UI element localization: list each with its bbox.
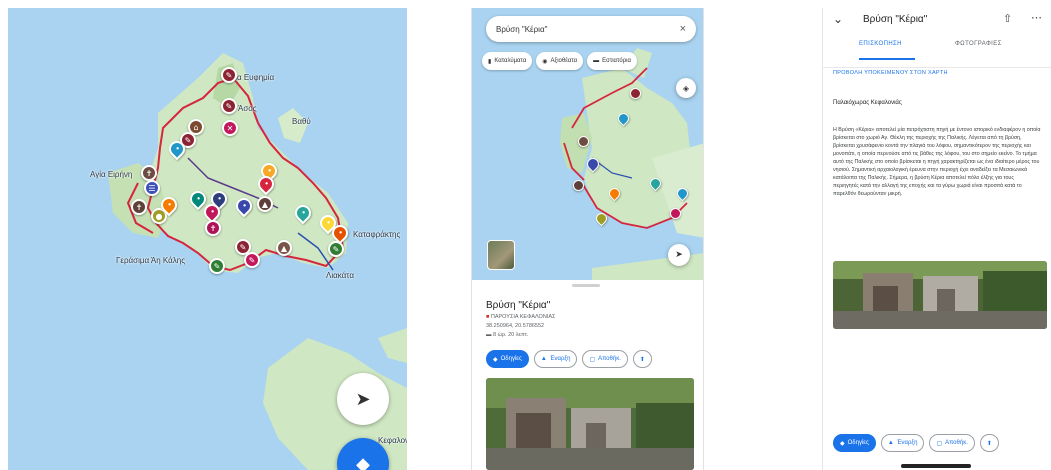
section-title: Παλαιόχωρας Κεφαλονιάς [833, 100, 902, 106]
category-chips: ▮ Καταλύματα ◉ Αξιοθέατα ▬ Εστιατόρια [482, 52, 637, 70]
tab-overview[interactable]: ΕΠΙΣΚΟΠΗΣΗ [859, 41, 902, 47]
details-header: ⌄ Βρύση "Κέρια" ⇧ ⋯ ΕΠΙΣΚΟΠΗΣΗ ΦΩΤΟΓΡΑΦΙ… [823, 8, 1051, 68]
details-screen: ⌄ Βρύση "Κέρια" ⇧ ⋯ ΕΠΙΣΚΟΠΗΣΗ ΦΩΤΟΓΡΑΦΙ… [822, 8, 1051, 470]
bookmark-icon: ▢ [936, 440, 943, 447]
share-icon[interactable]: ⇧ [1003, 12, 1012, 25]
place-sheet: Βρύση "Κέρια" ■ ΠΑΡΟΥΣΙΑ ΚΕΦΑΛΟΝΙΑΣ 38.2… [472, 280, 703, 470]
navigation-icon: ▲ [540, 356, 547, 362]
mini-map[interactable]: Βρύση "Κέρια" × ▮ Καταλύματα ◉ Αξιοθέατα ▬… [472, 8, 703, 280]
map-pin[interactable] [573, 180, 584, 191]
map-label: Λιακάτα [326, 271, 354, 280]
chip-attractions[interactable]: ◉ Αξιοθέατα [536, 52, 584, 70]
map-pin[interactable]: ✎ [221, 98, 237, 114]
map-pin[interactable]: ✝ [131, 199, 147, 215]
main-map[interactable]: Αγία Ευφημία Άσος Βαθύ Αγία Ειρήνη Καταφ… [8, 8, 407, 470]
map-pin[interactable]: ✝ [141, 165, 157, 181]
layers-icon[interactable]: ◈ [676, 78, 696, 98]
phone-screen: Βρύση "Κέρια" × ▮ Καταλύματα ◉ Αξιοθέατα ▬… [471, 8, 704, 470]
search-value: Βρύση "Κέρια" [496, 24, 548, 34]
map-label: Αγία Ειρήνη [90, 170, 133, 179]
bookmark-icon: ▢ [589, 356, 596, 363]
button-label: Οδηγίες [847, 440, 869, 446]
more-icon[interactable]: ⋯ [1031, 11, 1042, 24]
map-pin[interactable]: ▲ [257, 196, 273, 212]
share-icon: ⬆ [986, 440, 992, 447]
navigation-icon: ▲ [887, 440, 894, 446]
start-button[interactable]: ▲ Έναρξη [880, 434, 925, 452]
directions-icon: ◆ [493, 356, 498, 363]
map-pin[interactable]: ✕ [222, 120, 238, 136]
map-label: Κεφαλονιά [378, 436, 407, 445]
map-pin[interactable]: ✎ [221, 67, 237, 83]
place-drive-time: ▬ 8 ώρ. 20 λεπτ. [486, 332, 528, 338]
category-text: ΠΑΡΟΥΣΙΑ ΚΕΦΑΛΟΝΙΑΣ [490, 314, 556, 320]
close-icon[interactable]: × [680, 23, 686, 35]
button-label: Αποθήκ. [945, 440, 968, 446]
chip-restaurants[interactable]: ▬ Εστιατόρια [587, 52, 637, 70]
chevron-down-icon[interactable]: ⌄ [833, 12, 843, 26]
map-pin[interactable] [578, 136, 589, 147]
sheet-handle[interactable] [572, 284, 600, 287]
car-icon: ▬ [486, 332, 494, 338]
camera-icon: ◉ [542, 58, 548, 65]
map-label: Καταφράκτης [353, 230, 401, 239]
action-row: ◆ Οδηγίες ▲ Έναρξη ▢ Αποθήκ. ⬆ [486, 350, 652, 368]
photo-image [486, 378, 694, 470]
place-title: Βρύση "Κέρια" [486, 300, 551, 311]
navigation-arrow-icon[interactable]: ➤ [668, 244, 690, 266]
chip-label: Εστιατόρια [602, 58, 631, 64]
place-photo[interactable] [486, 378, 694, 470]
restaurant-icon: ▬ [593, 58, 600, 64]
view-on-map-link[interactable]: ΠΡΟΒΟΛΗ ΥΠΟΚΕΙΜΕΝΟΥ ΣΤΟΝ ΧΑΡΤΗ [833, 70, 948, 76]
active-tab-indicator [859, 58, 915, 60]
chip-label: Καταλύματα [494, 58, 527, 64]
map-label: Βαθύ [292, 117, 311, 126]
description-text: Η Βρύση «Κέρια» αποτελεί μία πετρόχτιστη… [833, 127, 1041, 197]
chip-lodging[interactable]: ▮ Καταλύματα [482, 52, 533, 70]
map-label: Γεράσιμα Άη Κάλης [116, 256, 186, 265]
map-pin[interactable]: ✎ [328, 241, 344, 257]
button-label: Έναρξη [549, 356, 571, 362]
share-button[interactable]: ⬆ [632, 350, 652, 368]
map-pin[interactable]: ✝ [205, 220, 221, 236]
button-label: Αποθήκ. [598, 356, 621, 362]
drive-text: 8 ώρ. 20 λεπτ. [493, 332, 529, 338]
map-pin[interactable]: ☰ [144, 180, 160, 196]
search-input[interactable]: Βρύση "Κέρια" × [486, 16, 696, 42]
save-button[interactable]: ▢ Αποθήκ. [929, 434, 975, 452]
chip-label: Αξιοθέατα [550, 58, 578, 64]
place-coords: 38.250964, 20.5786552 [486, 323, 545, 329]
bed-icon: ▮ [488, 58, 492, 65]
share-icon: ⬆ [639, 356, 645, 363]
navigation-arrow-icon[interactable]: ➤ [337, 373, 389, 425]
place-category: ■ ΠΑΡΟΥΣΙΑ ΚΕΦΑΛΟΝΙΑΣ [486, 314, 555, 320]
map-pin[interactable] [630, 88, 641, 99]
directions-icon: ◆ [840, 440, 845, 447]
start-button[interactable]: ▲ Έναρξη [533, 350, 578, 368]
button-label: Οδηγίες [500, 356, 522, 362]
home-indicator [901, 464, 971, 468]
map-pin[interactable] [670, 208, 681, 219]
map-pin[interactable]: ✎ [244, 252, 260, 268]
directions-button[interactable]: ◆ Οδηγίες [486, 350, 529, 368]
map-pin[interactable]: ✎ [209, 258, 225, 274]
street-view-thumbnail[interactable] [487, 240, 515, 270]
photo-image [833, 261, 1047, 329]
tab-photos[interactable]: ΦΩΤΟΓΡΑΦΙΕΣ [955, 41, 1002, 47]
save-button[interactable]: ▢ Αποθήκ. [582, 350, 628, 368]
details-photo[interactable] [833, 261, 1047, 329]
map-label: Άσος [238, 104, 257, 113]
map-pin[interactable]: ▲ [276, 240, 292, 256]
directions-button[interactable]: ◆ Οδηγίες [833, 434, 876, 452]
details-title: Βρύση "Κέρια" [863, 14, 928, 25]
action-row: ◆ Οδηγίες ▲ Έναρξη ▢ Αποθήκ. ⬆ [833, 434, 999, 452]
button-label: Έναρξη [896, 440, 918, 446]
share-button[interactable]: ⬆ [979, 434, 999, 452]
